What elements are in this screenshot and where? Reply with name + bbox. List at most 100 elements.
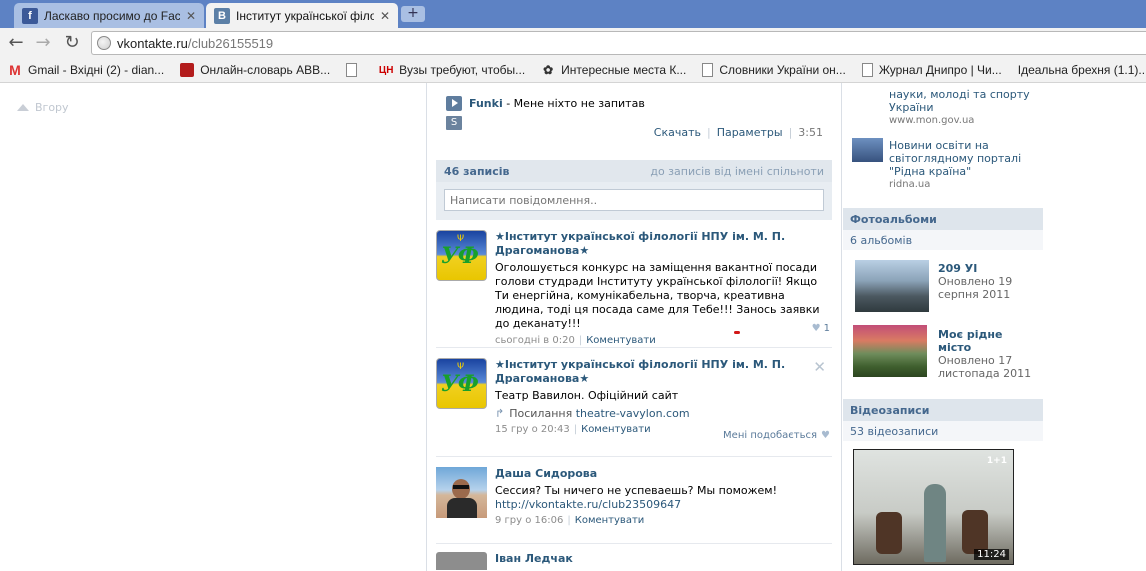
post-meta: сьогодні в 0:20 | Коментувати xyxy=(495,335,825,346)
post-divider xyxy=(436,456,832,457)
post-content: Даша Сидорова Сессия? Ты ничего не успев… xyxy=(495,467,825,526)
avatar[interactable] xyxy=(436,467,487,518)
post-author[interactable]: ★Інститут української філології НПУ ім. … xyxy=(495,230,825,258)
news-item[interactable]: науки, молоді та спорту України www.mon.… xyxy=(889,88,1039,127)
page-icon xyxy=(346,63,358,77)
comment-link[interactable]: Коментувати xyxy=(575,515,645,526)
bookmark-vuzy[interactable]: ЦН Вузы требуют, чтобы... xyxy=(379,63,525,77)
bookmark-label: Интересные места К... xyxy=(561,63,687,77)
download-link[interactable]: Скачать xyxy=(654,126,701,139)
bookmark-label: Словники України он... xyxy=(719,63,846,77)
audio-duration: 3:51 xyxy=(798,126,823,139)
news-item[interactable]: Новини освіти на світоглядному порталі "… xyxy=(889,139,1039,191)
comment-link[interactable]: Коментувати xyxy=(581,424,651,435)
bookmark-label: Вузы требуют, чтобы... xyxy=(399,63,526,77)
tab-vkontakte[interactable]: B Інститут української філо... ✕ xyxy=(206,3,398,28)
divider: | xyxy=(788,126,793,139)
video-duration: 11:24 xyxy=(974,549,1009,560)
back-to-top-label: Вгору xyxy=(35,101,69,114)
avatar[interactable] xyxy=(436,552,487,570)
reload-icon[interactable]: ↻ xyxy=(61,33,83,53)
post-url[interactable]: http://vkontakte.ru/club23509647 xyxy=(495,498,825,511)
album-title[interactable]: Моє рідне місто xyxy=(938,328,1033,354)
audio-actions: Скачать | Параметры | 3:51 xyxy=(654,126,823,139)
s-icon[interactable]: S xyxy=(446,116,462,130)
post-text: Оголошується конкурс на заміщення вакант… xyxy=(495,261,825,331)
post-content: ★Інститут української філології НПУ ім. … xyxy=(495,358,825,435)
close-icon[interactable]: ✕ xyxy=(186,9,196,23)
avatar-glasses xyxy=(453,485,469,489)
post-date[interactable]: 9 гру о 16:06 xyxy=(495,515,563,526)
bookmark-blank[interactable] xyxy=(346,63,363,77)
news-thumbnail[interactable] xyxy=(852,138,883,162)
avatar[interactable]: Ψ УФ xyxy=(436,358,487,409)
avatar-body xyxy=(447,498,477,518)
audio-artist[interactable]: Funki xyxy=(469,97,503,110)
bookmark-label: Ідеальна брехня (1.1)... xyxy=(1017,63,1146,77)
pin-icon: ✿ xyxy=(543,63,554,77)
url-host: vkontakte.ru xyxy=(117,35,188,51)
news-domain: www.mon.gov.ua xyxy=(889,115,975,126)
bookmark-brekhnia[interactable]: Ідеальна брехня (1.1)... xyxy=(1018,63,1146,77)
params-link[interactable]: Параметры xyxy=(717,126,783,139)
like-button[interactable]: Мені подобається ♥ xyxy=(723,430,830,441)
bookmark-slovnyky[interactable]: Словники України он... xyxy=(702,63,846,77)
new-tab-button[interactable]: + xyxy=(401,6,425,22)
post-date[interactable]: 15 гру о 20:43 xyxy=(495,424,570,435)
comment-link[interactable]: Коментувати xyxy=(586,335,656,346)
post-date[interactable]: сьогодні в 0:20 xyxy=(495,335,575,346)
bookmark-gmail[interactable]: M Gmail - Вхідні (2) - dian... xyxy=(8,62,164,78)
post-content: Іван Ледчак xyxy=(495,552,825,566)
news-text: Новини освіти на світоглядному порталі "… xyxy=(889,139,1022,178)
bookmark-places[interactable]: ✿ Интересные места К... xyxy=(541,63,686,77)
post-input[interactable] xyxy=(444,189,824,211)
gmail-icon: M xyxy=(9,62,21,78)
play-icon[interactable] xyxy=(446,96,462,111)
album-title[interactable]: 209 УІ xyxy=(938,262,1033,275)
video-scene-chair xyxy=(962,510,988,554)
post-author[interactable]: Іван Ледчак xyxy=(495,552,825,566)
tab-strip: f Ласкаво просимо до Face... ✕ B Інститу… xyxy=(0,0,1146,28)
globe-icon xyxy=(97,36,111,50)
album-thumbnail[interactable] xyxy=(855,260,929,312)
wall-post: Ψ УФ ✕ ★Інститут української філології НП… xyxy=(436,358,832,448)
video-scene-person xyxy=(924,484,946,562)
tab-facebook[interactable]: f Ласкаво просимо до Face... ✕ xyxy=(14,3,204,28)
wall-post-count[interactable]: 46 записів xyxy=(444,165,510,178)
videos-header[interactable]: Відеозаписи xyxy=(843,399,1043,421)
url-path: /club26155519 xyxy=(187,35,274,51)
back-arrow-icon[interactable]: ← xyxy=(5,33,27,53)
photo-albums-header[interactable]: Фотоальбоми xyxy=(843,208,1043,230)
avatar[interactable]: Ψ УФ xyxy=(436,230,487,281)
video-thumbnail[interactable]: 1+1 11:24 xyxy=(853,449,1014,565)
like-button[interactable]: ♥ 1 xyxy=(812,323,830,334)
post-divider xyxy=(436,543,832,544)
bookmark-dnipro[interactable]: Журнал Днипро | Чи... xyxy=(861,63,1002,77)
avatar-logo: УФ xyxy=(441,243,479,269)
bookmark-abbyy[interactable]: Онлайн-словарь ABB... xyxy=(180,63,330,77)
news-domain: ridna.ua xyxy=(889,179,931,190)
audio-track: Funki - Мене ніхто не запитав xyxy=(469,97,645,110)
post-author[interactable]: ★Інститут української філології НПУ ім. … xyxy=(495,358,825,386)
post-author[interactable]: Даша Сидорова xyxy=(495,467,825,481)
divider: | xyxy=(578,335,583,346)
post-text: Театр Вавилон. Офіційний сайт xyxy=(495,389,679,402)
album-thumbnail[interactable] xyxy=(853,325,927,377)
owner-posts-link[interactable]: до записів від імені спільноти xyxy=(650,165,824,178)
album-date: Оновлено 19 серпня 2011 xyxy=(938,275,1013,301)
photo-albums-count[interactable]: 6 альбомів xyxy=(843,230,1043,250)
tab-title: Ласкаво просимо до Face... xyxy=(44,8,180,23)
shared-link: ↱ Посилання theatre-vavylon.com xyxy=(495,407,825,420)
post-divider xyxy=(436,347,832,348)
videos-count[interactable]: 53 відеозаписи xyxy=(843,421,1043,441)
post-meta: 9 гру о 16:06 | Коментувати xyxy=(495,515,825,526)
share-arrow-icon: ↱ xyxy=(495,407,505,420)
video-scene-chair xyxy=(876,512,902,554)
address-bar[interactable]: vkontakte.ru/club26155519 xyxy=(91,31,1146,55)
divider: | xyxy=(706,126,711,139)
forward-arrow-icon[interactable]: → xyxy=(32,33,54,53)
close-icon[interactable]: ✕ xyxy=(380,9,390,23)
link-url[interactable]: theatre-vavylon.com xyxy=(576,407,690,420)
heart-icon: ♥ xyxy=(821,430,830,441)
back-to-top-link[interactable]: Вгору xyxy=(17,101,69,114)
